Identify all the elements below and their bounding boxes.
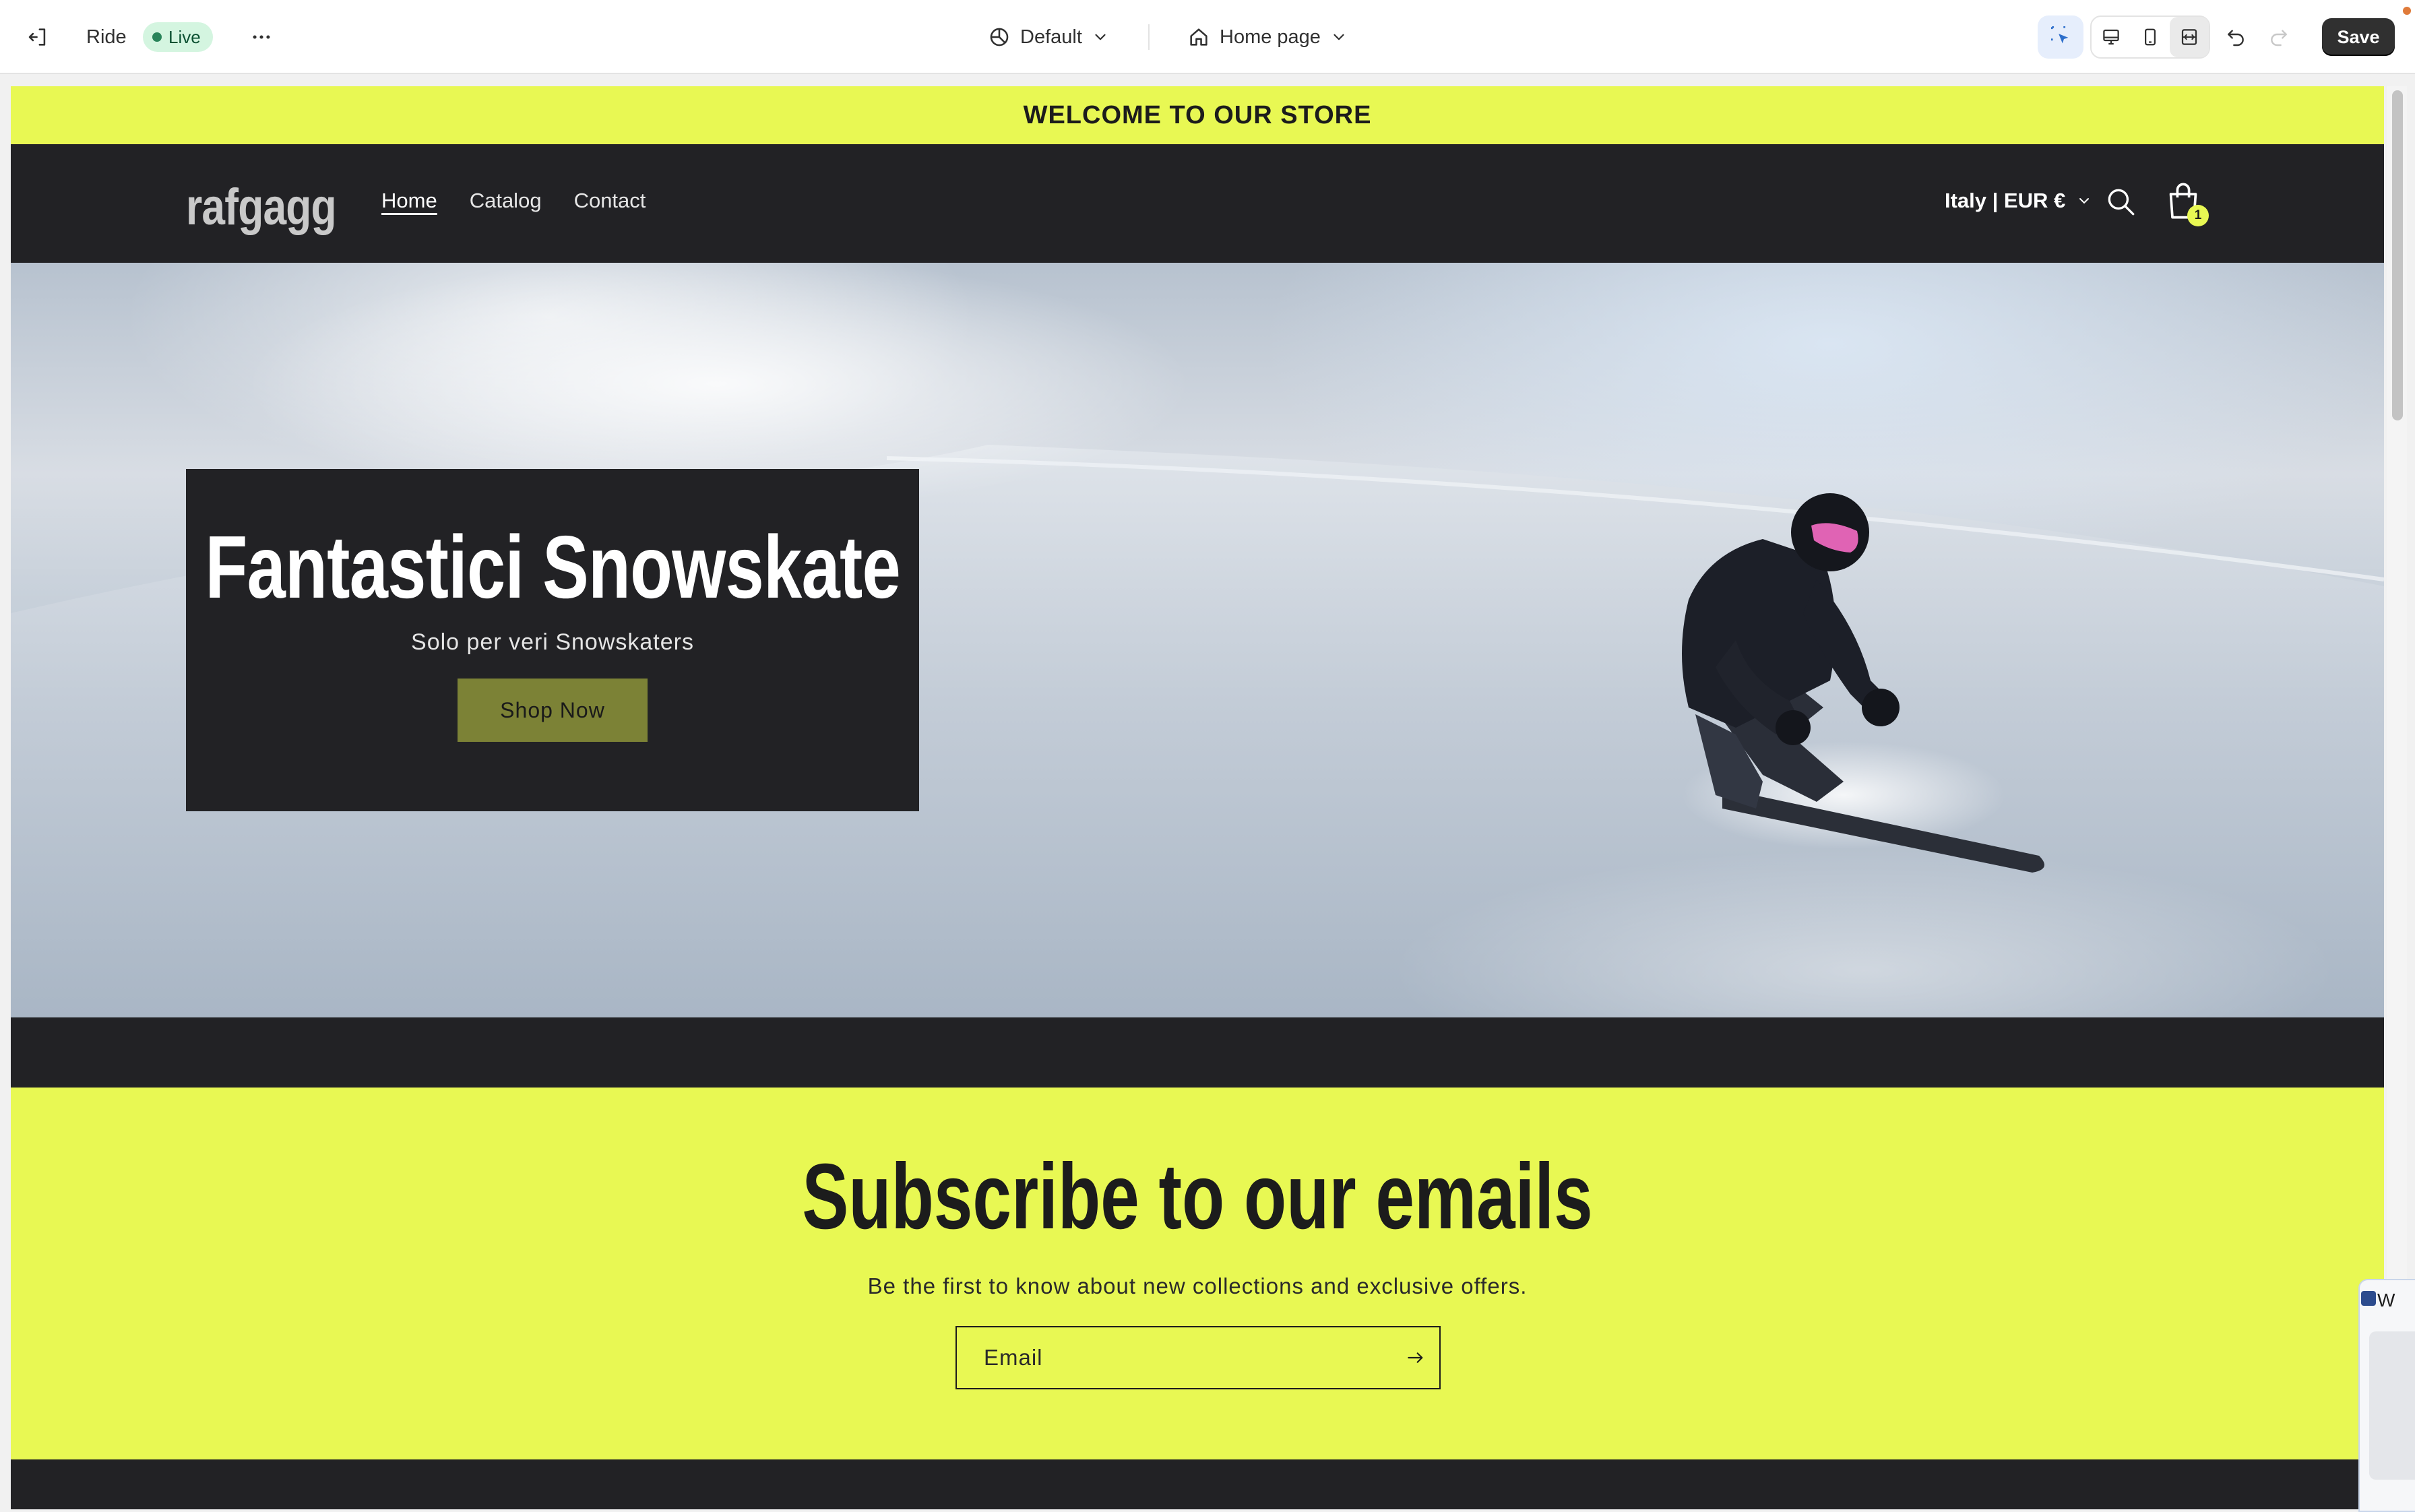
floating-window-body [2369, 1331, 2415, 1480]
announcement-bar: WELCOME TO OUR STORE [11, 86, 2384, 144]
redo-button[interactable] [2257, 15, 2300, 59]
store-logo[interactable]: rafgagg [186, 178, 337, 237]
nav-item-home[interactable]: Home [381, 189, 437, 213]
hero-title: Fantastici Snowskate [205, 517, 900, 617]
chevron-down-icon [1334, 34, 1344, 40]
hero-banner: Fantastici Snowskate Solo per veri Snows… [11, 263, 2384, 1017]
chevron-down-icon [1095, 34, 1106, 40]
floating-window-title: W [2377, 1290, 2395, 1311]
store-header: rafgagg Home Catalog Contact Italy | EUR… [11, 144, 2384, 263]
fullwidth-view-button[interactable] [2170, 17, 2209, 57]
theme-preset-dropdown[interactable]: Default [977, 15, 1120, 59]
editor-toolbar: Ride Live Default Home page Save [0, 0, 2415, 74]
mobile-icon [2145, 28, 2156, 46]
search-icon [2108, 189, 2135, 216]
status-dot-icon [152, 32, 162, 42]
undo-button[interactable] [2214, 15, 2257, 59]
section-spacer [11, 1017, 2384, 1088]
country-selector[interactable]: Italy | EUR € [1945, 189, 2092, 213]
arrow-right-icon [1408, 1352, 1423, 1363]
home-icon [1190, 28, 1208, 46]
desktop-view-button[interactable] [2092, 17, 2131, 57]
newsletter-subtitle: Be the first to know about new collectio… [867, 1273, 1528, 1298]
cart-count-badge: 1 [2187, 205, 2209, 226]
country-selector-label: Italy | EUR € [1945, 189, 2066, 212]
hero-content-box: Fantastici Snowskate Solo per veri Snows… [186, 469, 919, 811]
notification-dot [2403, 7, 2411, 15]
page-selector-dropdown[interactable]: Home page [1177, 15, 1358, 59]
full-width-icon [2181, 29, 2197, 45]
status-badge-label: Live [168, 26, 201, 47]
exit-icon [28, 28, 46, 46]
nav-item-catalog[interactable]: Catalog [470, 189, 542, 213]
email-input[interactable] [957, 1344, 1392, 1371]
app-icon [2361, 1291, 2376, 1306]
page-selector-label: Home page [1220, 26, 1321, 48]
newsletter-title: Subscribe to our emails [802, 1145, 1593, 1249]
save-button[interactable]: Save [2322, 18, 2395, 56]
cursor-select-icon [2050, 26, 2069, 44]
shop-now-button[interactable]: Shop Now [458, 679, 648, 742]
exit-editor-button[interactable] [16, 15, 59, 59]
redo-icon [2271, 30, 2287, 46]
preview-scroll-thumb[interactable] [2392, 90, 2403, 420]
theme-name: Ride [86, 26, 127, 48]
hero-subtitle: Solo per veri Snowskaters [411, 629, 694, 655]
theme-preset-label: Default [1020, 26, 1082, 48]
newsletter-section: Subscribe to our emails Be the first to … [11, 1088, 2384, 1459]
main-navigation: Home Catalog Contact [381, 189, 646, 213]
floating-window[interactable]: W [2358, 1279, 2415, 1512]
palette-icon [990, 28, 1009, 46]
search-button[interactable] [2104, 185, 2137, 218]
mobile-view-button[interactable] [2131, 17, 2170, 57]
store-preview-frame: WELCOME TO OUR STORE rafgagg Home Catalo… [11, 86, 2384, 1509]
status-badge: Live [143, 22, 213, 52]
viewport-group [2090, 15, 2210, 59]
more-horizontal-icon [253, 35, 270, 39]
inspector-group [2038, 15, 2083, 59]
toolbar-divider [1148, 24, 1150, 50]
more-actions-button[interactable] [240, 15, 283, 59]
undo-icon [2228, 30, 2244, 46]
inspector-toggle[interactable] [2038, 15, 2083, 56]
desktop-icon [2103, 29, 2119, 45]
nav-item-contact[interactable]: Contact [574, 189, 646, 213]
chevron-down-icon [2079, 198, 2090, 204]
footer [11, 1459, 2384, 1509]
email-field-wrapper [955, 1326, 1441, 1389]
subscribe-submit-button[interactable] [1392, 1327, 1439, 1388]
